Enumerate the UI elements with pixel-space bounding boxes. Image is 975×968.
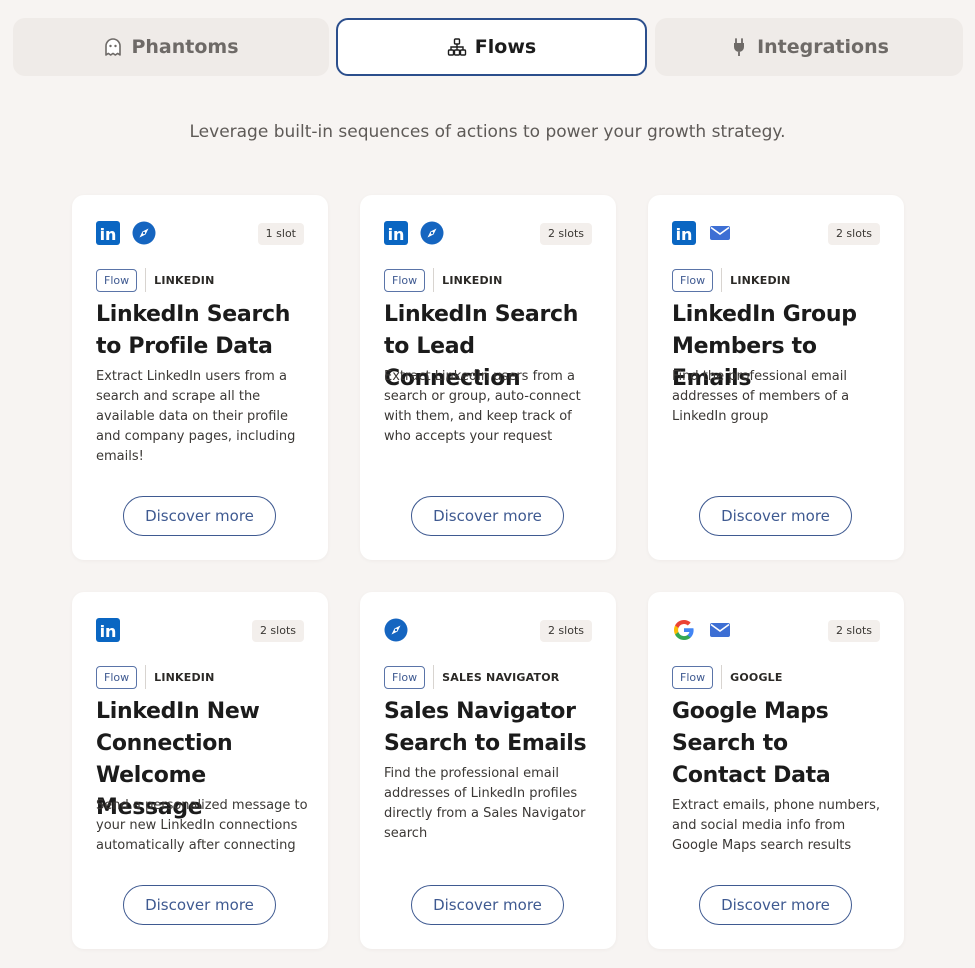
tag-divider	[433, 665, 435, 689]
source-icons	[672, 618, 732, 642]
source-label: GOOGLE	[730, 670, 783, 684]
source-label: LINKEDIN	[154, 273, 215, 287]
flow-tag: Flow	[96, 665, 138, 689]
discover-more-button[interactable]: Discover more	[699, 496, 852, 536]
view-tabs: Phantoms Flows Integrations	[13, 18, 963, 76]
tab-label: Flows	[474, 36, 537, 58]
discover-more-button[interactable]: Discover more	[411, 885, 564, 925]
discover-more-button[interactable]: Discover more	[699, 885, 852, 925]
tab-label: Phantoms	[131, 36, 239, 58]
tag-divider	[145, 665, 147, 689]
tag-divider	[721, 665, 723, 689]
card-tags: Flow GOOGLE	[672, 665, 783, 689]
source-icons: in	[384, 221, 444, 245]
source-icons	[384, 618, 408, 642]
card-tags: Flow SALES NAVIGATOR	[384, 665, 559, 689]
slots-badge: 2 slots	[539, 223, 592, 245]
source-label: LINKEDIN	[730, 273, 791, 287]
tab-integrations[interactable]: Integrations	[655, 18, 963, 76]
mail-icon	[708, 221, 732, 245]
card-description: Extract emails, phone numbers, and socia…	[672, 798, 881, 853]
source-label: SALES NAVIGATOR	[442, 670, 560, 684]
tag-divider	[433, 268, 435, 292]
mail-icon	[708, 618, 732, 642]
card-tags: Flow LINKEDIN	[672, 268, 791, 292]
discover-more-button[interactable]: Discover more	[411, 496, 564, 536]
card-description: Find the professional email addresses of…	[384, 766, 586, 841]
discover-more-button[interactable]: Discover more	[123, 885, 276, 925]
slots-badge: 2 slots	[539, 620, 592, 642]
flow-card: 2 slots Flow GOOGLE Google Maps Search t…	[648, 592, 904, 949]
slots-badge: 2 slots	[827, 620, 880, 642]
flow-tag: Flow	[672, 268, 714, 292]
card-description: Extract LinkedIn users from a search and…	[96, 369, 296, 464]
linkedin-icon: in	[96, 618, 120, 642]
slots-badge: 2 slots	[251, 620, 304, 642]
compass-icon	[132, 221, 156, 245]
slots-badge: 1 slot	[257, 223, 304, 245]
card-description: Send a personalized message to your new …	[96, 798, 308, 853]
source-icons: in	[96, 618, 120, 642]
flow-tag: Flow	[384, 665, 426, 689]
compass-icon	[420, 221, 444, 245]
source-icons: in	[96, 221, 156, 245]
card-title: LinkedIn Search to Profile Data	[96, 302, 291, 359]
flow-card: 2 slots Flow SALES NAVIGATOR Sales Navig…	[360, 592, 616, 949]
flow-card: in 2 slots Flow LINKEDIN LinkedIn Group …	[648, 195, 904, 560]
page-subtitle: Leverage built-in sequences of actions t…	[189, 122, 786, 142]
slots-badge: 2 slots	[827, 223, 880, 245]
source-icons: in	[672, 221, 732, 245]
card-title: Google Maps Search to Contact Data	[672, 699, 831, 788]
flow-card: in 2 slots Flow LINKEDIN LinkedIn Search…	[360, 195, 616, 560]
tag-divider	[721, 268, 723, 292]
ghost-icon	[103, 37, 123, 57]
linkedin-icon: in	[672, 221, 696, 245]
flow-tag: Flow	[96, 268, 138, 292]
card-description: Find the professional email addresses of…	[672, 369, 850, 424]
card-tags: Flow LINKEDIN	[384, 268, 503, 292]
card-tags: Flow LINKEDIN	[96, 665, 215, 689]
discover-more-button[interactable]: Discover more	[123, 496, 276, 536]
tab-label: Integrations	[757, 36, 889, 58]
plug-icon	[729, 37, 749, 57]
card-title: Sales Navigator Search to Emails	[384, 699, 587, 756]
compass-icon	[384, 618, 408, 642]
google-icon	[672, 618, 696, 642]
linkedin-icon: in	[384, 221, 408, 245]
flow-tag: Flow	[384, 268, 426, 292]
tab-flows[interactable]: Flows	[336, 18, 647, 76]
source-label: LINKEDIN	[442, 273, 503, 287]
flow-card: in 1 slot Flow LINKEDIN LinkedIn Search …	[72, 195, 328, 560]
linkedin-icon: in	[96, 221, 120, 245]
flow-network-icon	[447, 37, 467, 57]
card-description: Extract LinkedIn users from a search or …	[384, 369, 581, 444]
tab-phantoms[interactable]: Phantoms	[13, 18, 329, 76]
card-tags: Flow LINKEDIN	[96, 268, 215, 292]
tag-divider	[145, 268, 147, 292]
flow-tag: Flow	[672, 665, 714, 689]
flow-card: in 2 slots Flow LINKEDIN LinkedIn New Co…	[72, 592, 328, 949]
source-label: LINKEDIN	[154, 670, 215, 684]
